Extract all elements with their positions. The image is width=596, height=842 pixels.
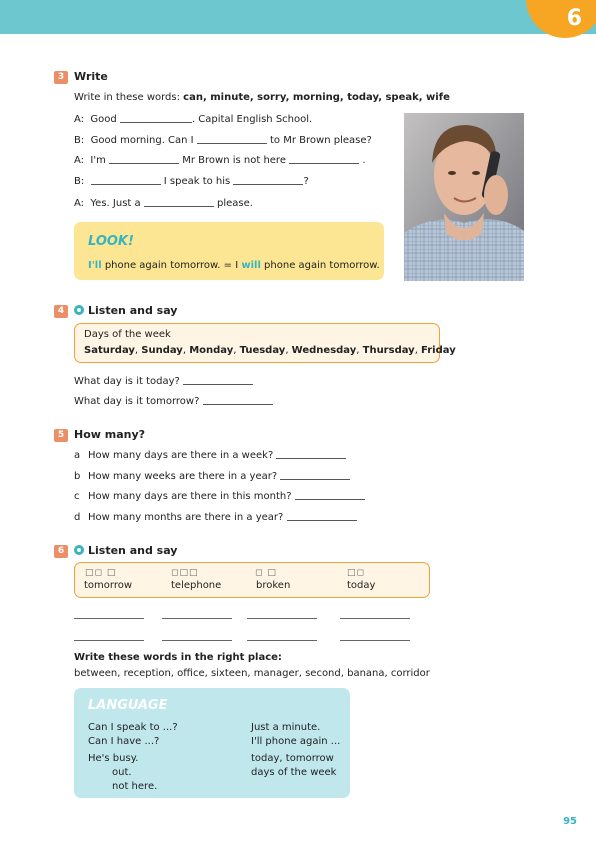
exercise-4-title: Listen and say	[74, 304, 177, 317]
how-many-item-a: a How many days are there in a week?	[74, 450, 347, 461]
exercise-6-number: 6	[54, 545, 68, 558]
exercise-6-title: Listen and say	[74, 544, 177, 557]
page-number: 95	[563, 816, 577, 827]
language-phrase: days of the week	[251, 767, 337, 778]
look-text: I'll phone again tomorrow. = I will phon…	[88, 260, 380, 271]
how-many-item-c: c How many days are there in this month?	[74, 491, 365, 502]
blank-field[interactable]	[109, 156, 180, 164]
top-banner	[0, 0, 596, 34]
how-many-item-b: b How many weeks are there in a year?	[74, 471, 351, 482]
language-title: LANGUAGE	[88, 698, 168, 713]
days-of-week-box: Days of the week Saturday, Sunday, Monda…	[74, 323, 456, 363]
look-box: LOOK! I'll phone again tomorrow. = I wil…	[74, 222, 384, 280]
language-phrase: Just a minute.	[251, 722, 321, 733]
exercise-5-title: How many?	[74, 428, 146, 441]
word-tomorrow: tomorrow	[84, 580, 133, 591]
language-phrase: He's busy.	[88, 753, 139, 764]
blank-field[interactable]	[119, 115, 192, 123]
dialogue-line-2: B: Good morning. Can I to Mr Brown pleas…	[74, 135, 372, 146]
man-on-phone-photo	[404, 113, 524, 281]
blank-field[interactable]	[196, 136, 267, 144]
exercise-4-number: 4	[54, 305, 68, 318]
language-box: LANGUAGE Can I speak to ...? Can I have …	[74, 688, 350, 798]
blank-field[interactable]	[289, 156, 360, 164]
how-many-item-d: d How many months are there in a year?	[74, 512, 357, 523]
question-tomorrow: What day is it tomorrow?	[74, 396, 273, 407]
blank-field[interactable]	[90, 177, 161, 185]
stress-patterns-box: □◻ □ ◻□□ ◻ □ □◻ tomorrow telephone broke…	[74, 562, 430, 598]
blank-field[interactable]	[143, 199, 214, 207]
dialogue-line-5: A: Yes. Just a please.	[74, 198, 253, 209]
answer-line[interactable]	[340, 618, 410, 619]
stress-marks: ◻□□	[171, 568, 199, 578]
word-broken: broken	[256, 580, 291, 591]
blank-field[interactable]	[294, 492, 365, 500]
blank-field[interactable]	[286, 513, 357, 521]
days-list: Saturday, Sunday, Monday, Tuesday, Wedne…	[84, 345, 456, 356]
answer-line[interactable]	[247, 618, 317, 619]
dialogue-line-1: A: Good . Capital English School.	[74, 114, 313, 125]
days-caption: Days of the week	[84, 329, 171, 340]
blank-field[interactable]	[202, 397, 273, 405]
audio-icon[interactable]	[74, 305, 84, 315]
unit-number: 6	[566, 6, 582, 31]
stress-marks: □◻ □	[85, 568, 117, 578]
exercise-6-instruction: Write these words in the right place:	[74, 652, 282, 663]
dialogue-line-3: A: I'm Mr Brown is not here .	[74, 155, 366, 166]
language-phrase: today, tomorrow	[251, 753, 334, 764]
language-phrase: Can I speak to ...?	[88, 722, 178, 733]
answer-line[interactable]	[340, 640, 410, 641]
answer-line[interactable]	[74, 618, 144, 619]
exercise-6-word-list: between, reception, office, sixteen, man…	[74, 668, 430, 679]
blank-field[interactable]	[280, 472, 351, 480]
answer-line[interactable]	[74, 640, 144, 641]
blank-field[interactable]	[233, 177, 304, 185]
look-title: LOOK!	[88, 234, 134, 249]
exercise-3-instruction: Write in these words: can, minute, sorry…	[74, 92, 450, 103]
language-phrase: Can I have ...?	[88, 736, 160, 747]
stress-marks: ◻ □	[255, 568, 277, 578]
blank-field[interactable]	[183, 377, 253, 385]
question-today: What day is it today?	[74, 376, 253, 387]
answer-line[interactable]	[247, 640, 317, 641]
stress-marks: □◻	[347, 568, 365, 578]
audio-icon[interactable]	[74, 545, 84, 555]
dialogue-line-4: B: I speak to his ?	[74, 176, 309, 187]
answer-line[interactable]	[162, 618, 232, 619]
language-phrase: I'll phone again ...	[251, 736, 341, 747]
language-phrase: out.	[112, 767, 132, 778]
exercise-3-title: Write	[74, 70, 108, 83]
answer-line[interactable]	[162, 640, 232, 641]
word-telephone: telephone	[171, 580, 222, 591]
exercise-3-number: 3	[54, 71, 68, 84]
word-today: today	[347, 580, 376, 591]
blank-field[interactable]	[276, 451, 347, 459]
exercise-5-number: 5	[54, 429, 68, 442]
language-phrase: not here.	[112, 781, 158, 792]
